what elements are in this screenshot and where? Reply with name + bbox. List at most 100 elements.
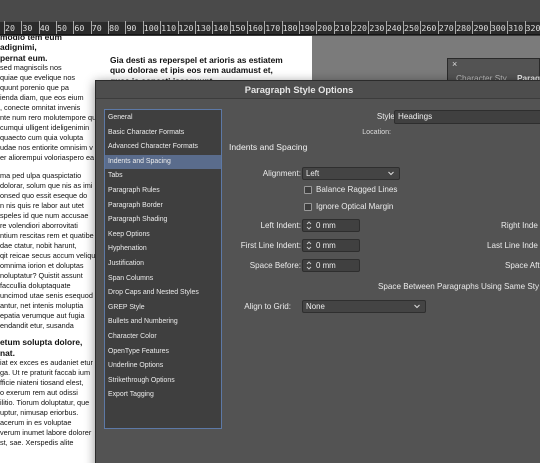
category-item[interactable]: Basic Character Formats [105, 126, 221, 141]
ruler-label: 260 [421, 23, 437, 33]
location-label: Location: [362, 128, 391, 136]
stepper-arrows-icon[interactable] [305, 240, 313, 251]
body-line: qit reicae secus accum velique [0, 251, 100, 261]
heading-line: modio tem eum adignimi, [0, 36, 62, 53]
ruler-label: 150 [230, 23, 246, 33]
ruler-tick [507, 21, 509, 34]
ruler-label: 160 [247, 23, 263, 33]
right-indent-label: Right Inde [501, 221, 538, 230]
category-item[interactable]: Underline Options [105, 359, 221, 374]
chevron-down-icon [414, 304, 420, 309]
category-item[interactable]: Character Color [105, 330, 221, 345]
body-line: quunt porenio que pa [0, 83, 69, 93]
chevron-down-icon [388, 171, 394, 176]
body-line: dolorar, solum que nis as imi [0, 181, 93, 191]
category-item[interactable]: Drop Caps and Nested Styles [105, 286, 221, 301]
ruler-label: 190 [299, 23, 315, 33]
dialog-title-bar[interactable]: Paragraph Style Options [96, 81, 540, 99]
category-item[interactable]: Paragraph Rules [105, 184, 221, 199]
ruler-label: 90 [126, 23, 137, 33]
body-line: speles id que num accusae [0, 211, 89, 221]
ruler-label: 80 [109, 23, 120, 33]
paragraph-style-options-dialog: Paragraph Style Options General Basic Cha… [95, 80, 540, 463]
ruler-tick [38, 21, 40, 34]
ruler-tick [4, 21, 5, 34]
ruler-label: 270 [438, 23, 454, 33]
ruler-tick [160, 21, 162, 34]
category-item[interactable]: Strikethrough Options [105, 374, 221, 389]
body-line: re volendiori aborrovitati [0, 221, 78, 231]
category-item[interactable]: Span Columns [105, 272, 221, 287]
body-line: verum inumet labore dolorer [0, 428, 92, 438]
ruler-tick [385, 21, 387, 34]
category-item[interactable]: OpenType Features [105, 345, 221, 360]
first-line-indent-stepper[interactable]: 0 mm [302, 239, 360, 252]
category-item[interactable]: GREP Style [105, 301, 221, 316]
ruler-tick [177, 21, 179, 34]
body-line: quiae que evelique nos [0, 73, 76, 83]
body-line: antur, net intenis moluptia [0, 301, 84, 311]
style-name-input[interactable]: Headings [394, 110, 540, 124]
ruler-tick [21, 21, 23, 34]
category-item[interactable]: Paragraph Border [105, 199, 221, 214]
ruler-tick [246, 21, 248, 34]
category-item[interactable]: Justification [105, 257, 221, 272]
space-after-label: Space Aft [505, 261, 540, 270]
category-item[interactable]: Tabs [105, 169, 221, 184]
ruler-tick [73, 21, 75, 34]
ruler-label: 180 [282, 23, 298, 33]
body-line: fficie niateni tiosand elest, [0, 378, 84, 388]
ruler-label: 250 [404, 23, 420, 33]
body-line: iat ex exces es audaniet etur [0, 358, 93, 368]
ruler-label: 100 [143, 23, 159, 33]
body-line: ga. Ut re praturit faccab ium [0, 368, 91, 378]
body-line: uptur, nimusap eriorbus. [0, 408, 79, 418]
category-item[interactable]: Bullets and Numbering [105, 315, 221, 330]
body-line: ienda diam, que eos eium [0, 93, 84, 103]
first-line-indent-value: 0 mm [316, 241, 336, 250]
heading-line: quo dolorae et ipis eos rem audamust et, [110, 65, 273, 76]
horizontal-ruler: 20 30 40 50 60 70 80 90 100 110 120 130 140 150 160 170… [0, 21, 540, 35]
text-column-left: modio tem eum adignimi, pernat eum. sed ma… [0, 36, 100, 448]
ruler-tick [333, 21, 335, 34]
body-line: er aliorempui voloriaspero ea [0, 153, 95, 163]
category-list[interactable]: General Basic Character Formats Advanced C… [104, 109, 222, 429]
ruler-label: 30 [22, 23, 33, 33]
category-item[interactable]: Export Tagging [105, 388, 221, 403]
category-item[interactable]: Indents and Spacing [105, 154, 221, 170]
ruler-label: 120 [178, 23, 194, 33]
ruler-tick [108, 21, 110, 34]
body-line: o exerum rem aut odissi [0, 388, 78, 398]
ruler-label: 20 [5, 23, 15, 33]
stepper-arrows-icon[interactable] [305, 220, 313, 231]
heading-line: nat. [0, 347, 15, 358]
left-indent-label: Left Indent: [260, 221, 301, 230]
category-item[interactable]: Keep Options [105, 228, 221, 243]
category-item[interactable]: Advanced Character Formats [105, 140, 221, 155]
alignment-dropdown[interactable]: Left [302, 167, 400, 180]
body-line: epatia verumque aut fugia [0, 311, 85, 321]
body-line: , conecte omnitat invenis [0, 103, 81, 113]
ignore-optical-checkbox[interactable] [304, 203, 312, 211]
space-before-label: Space Before: [249, 261, 301, 270]
category-item[interactable]: General [105, 111, 221, 126]
align-to-grid-dropdown[interactable]: None [302, 300, 426, 313]
body-line: endandit etur, susanda [0, 321, 74, 331]
space-before-stepper[interactable]: 0 mm [302, 259, 360, 272]
stepper-arrows-icon[interactable] [305, 260, 313, 271]
panel-close-icon[interactable]: × [452, 59, 457, 69]
balance-ragged-checkbox[interactable] [304, 186, 312, 194]
body-line: sed magniscils nos [0, 63, 62, 73]
ruler-label: 300 [490, 23, 506, 33]
first-line-indent-label: First Line Indent: [240, 241, 301, 250]
space-before-value: 0 mm [316, 261, 336, 270]
ruler-tick [90, 21, 92, 34]
body-line: onsed quo essit eseque do [0, 191, 88, 201]
body-line: faccullia doluptaquate [0, 281, 71, 291]
category-item[interactable]: Paragraph Shading [105, 213, 221, 228]
body-line: omnima iorion et doluptas [0, 261, 84, 271]
left-indent-stepper[interactable]: 0 mm [302, 219, 360, 232]
ruler-tick [368, 21, 370, 34]
align-to-grid-value: None [306, 302, 325, 311]
category-item[interactable]: Hyphenation [105, 242, 221, 257]
